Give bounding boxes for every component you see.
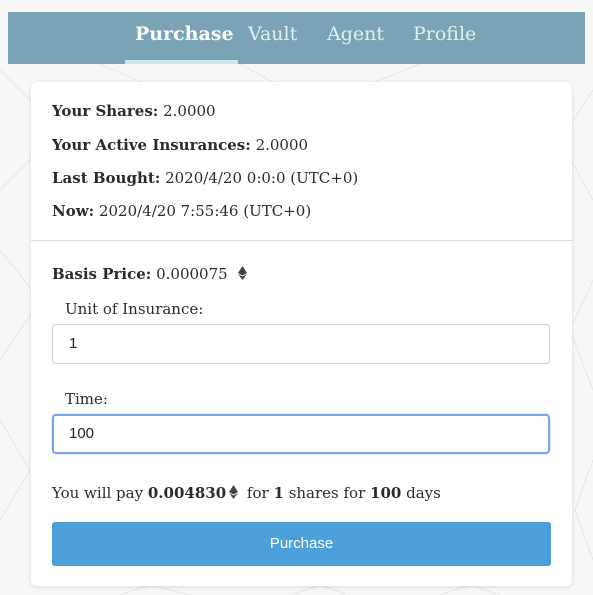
now-row: Now: 2020/4/20 7:55:46 (UTC+0) <box>52 202 311 220</box>
basis-price-value: 0.000075 <box>156 265 228 283</box>
pay-amount: 0.004830 <box>147 484 227 502</box>
purchase-button[interactable]: Purchase <box>52 522 551 566</box>
active-insurances-value: 2.0000 <box>255 136 309 154</box>
basis-price-row: Basis Price: 0.000075 <box>52 265 248 283</box>
pay-prefix: You will pay <box>52 484 144 502</box>
unit-of-insurance-value: 1 <box>69 335 78 352</box>
shares-label: Your Shares: <box>52 102 159 120</box>
unit-of-insurance-label: Unit of Insurance: <box>65 300 204 318</box>
tab-agent[interactable]: Agent <box>327 12 384 64</box>
pay-days-suffix: days <box>406 484 441 502</box>
payment-summary: You will pay 0.004830 for 1 shares for 1… <box>52 484 441 502</box>
active-tab-indicator <box>125 60 238 64</box>
top-navigation-bar: Purchase Vault Agent Profile <box>8 12 585 64</box>
pay-shares: 1 <box>273 484 284 502</box>
last-bought-value: 2020/4/20 0:0:0 (UTC+0) <box>165 169 359 187</box>
tab-purchase[interactable]: Purchase <box>135 12 234 64</box>
ethereum-icon <box>229 485 239 499</box>
time-input[interactable]: 100 <box>52 414 550 454</box>
time-value: 100 <box>69 425 95 442</box>
pay-days: 100 <box>370 484 402 502</box>
section-divider <box>31 240 572 241</box>
pay-for: for <box>246 484 269 502</box>
shares-value: 2.0000 <box>163 102 216 120</box>
purchase-card: Your Shares: 2.0000 Your Active Insuranc… <box>31 82 572 586</box>
active-insurances-row: Your Active Insurances: 2.0000 <box>52 136 308 154</box>
tab-profile[interactable]: Profile <box>413 12 476 64</box>
ethereum-icon <box>238 266 248 280</box>
tab-vault[interactable]: Vault <box>248 12 297 64</box>
shares-row: Your Shares: 2.0000 <box>52 102 216 120</box>
nav-tabs: Purchase Vault Agent Profile <box>8 12 585 64</box>
active-insurances-label: Your Active Insurances: <box>52 136 251 154</box>
time-label: Time: <box>65 390 108 408</box>
pay-shares-suffix: shares for <box>288 484 366 502</box>
basis-price-label: Basis Price: <box>52 265 152 283</box>
last-bought-label: Last Bought: <box>52 169 161 187</box>
last-bought-row: Last Bought: 2020/4/20 0:0:0 (UTC+0) <box>52 169 358 187</box>
unit-of-insurance-input[interactable]: 1 <box>52 324 550 364</box>
now-label: Now: <box>52 202 95 220</box>
now-value: 2020/4/20 7:55:46 (UTC+0) <box>98 202 312 220</box>
